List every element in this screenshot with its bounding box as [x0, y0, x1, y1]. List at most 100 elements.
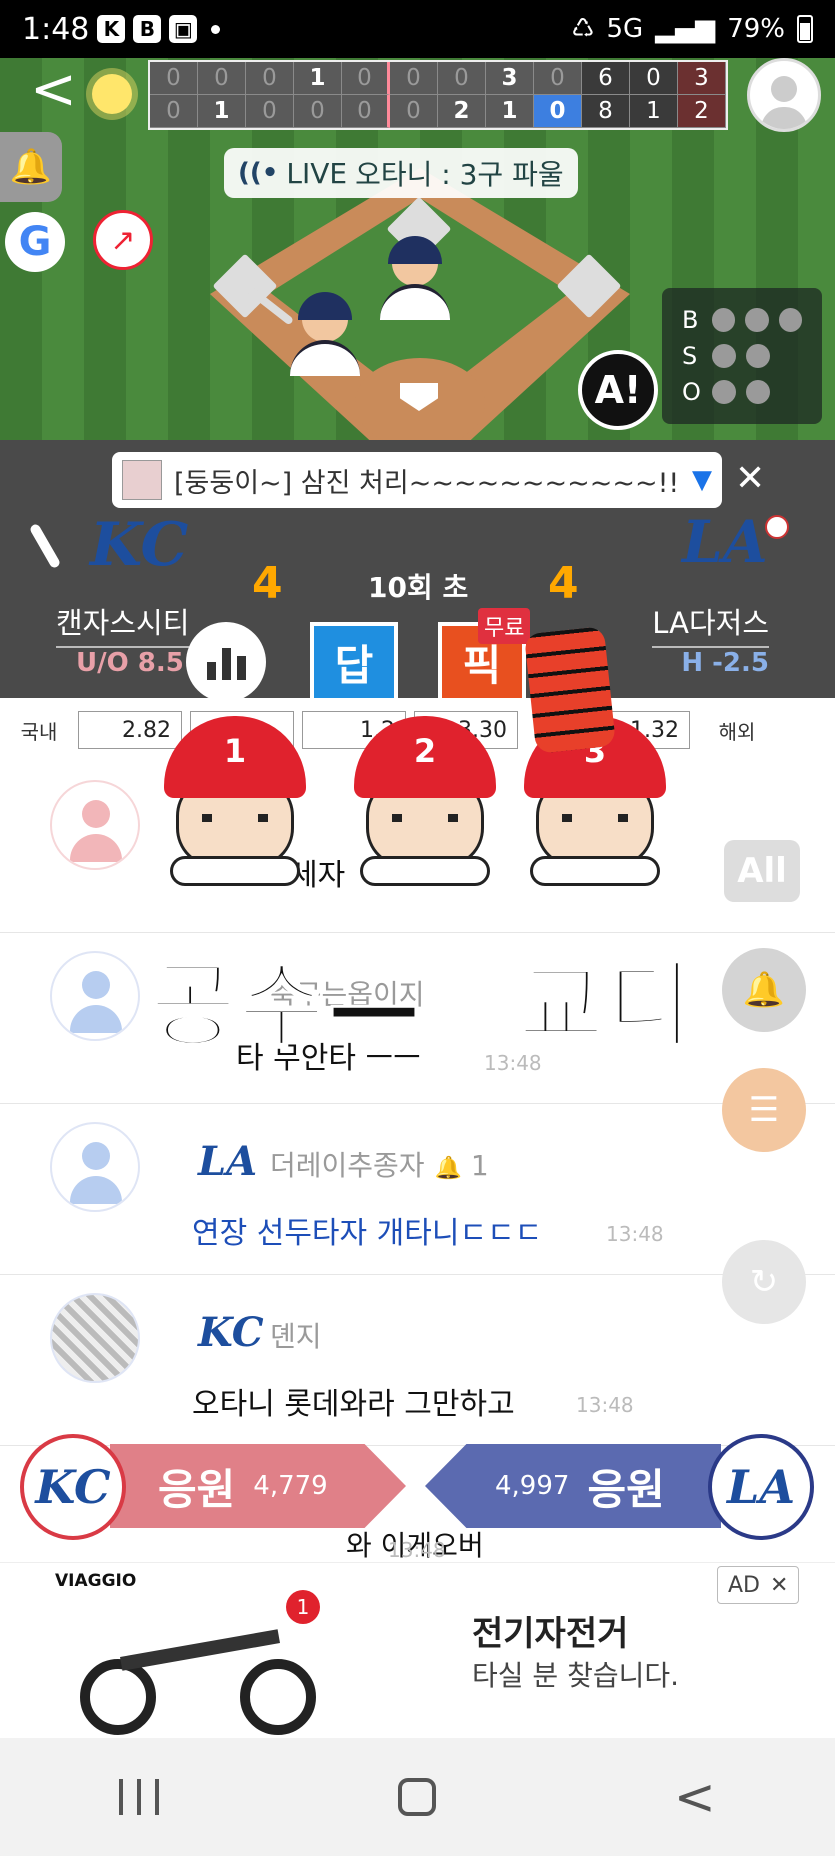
chat-nickname: 더레이추종자 🔔 1 — [270, 1144, 489, 1184]
ball-dot — [711, 308, 736, 332]
profile-avatar-button[interactable] — [747, 58, 821, 132]
user-avatar[interactable] — [50, 951, 140, 1041]
strikes-row: S — [682, 338, 802, 374]
cartoon-arms — [530, 856, 660, 886]
notice-banner[interactable]: [둥둥이~] 삼진 처리~~~~~~~~~~~!!! 교 ▼ — [112, 452, 722, 508]
balls-label: B — [682, 306, 699, 334]
status-bar: 1:48 K B ▣ ♺ 5G ▂▄▆ 79% — [0, 0, 835, 58]
status-time: 1:48 — [22, 11, 90, 47]
chat-time: 13:48 — [606, 1222, 664, 1246]
home-inning-4: 0 — [294, 95, 342, 128]
recycle-icon: ♺ — [571, 14, 595, 44]
bso-counter: B S O — [662, 288, 822, 424]
notice-thumbnail — [122, 460, 162, 500]
google-icon[interactable]: G — [5, 212, 65, 272]
away-inning-1: 0 — [150, 62, 198, 95]
battery-icon — [797, 15, 813, 43]
ball-dot — [745, 308, 769, 332]
notification-bell-button[interactable]: 🔔 — [0, 132, 62, 202]
away-inning-4: 1 — [294, 62, 342, 95]
strike-dot — [712, 344, 736, 368]
ad-notification-badge: 1 — [286, 1590, 320, 1624]
ad-banner[interactable]: VIAGGIO — [0, 1562, 835, 1738]
home-cheer-logo[interactable]: LA — [708, 1434, 814, 1540]
away-cheer-button[interactable]: 응원 4,779 — [110, 1444, 406, 1528]
home-inning-3: 0 — [246, 95, 294, 128]
cartoon-eyes — [392, 814, 458, 822]
chat-message[interactable]: KC 뎬지 오타니 롯데와라 그만하고 13:48 — [0, 1275, 835, 1446]
balls-row: B — [682, 302, 803, 338]
live-label: LIVE — [286, 156, 348, 190]
weather-sun-icon — [92, 74, 132, 114]
ai-button[interactable]: A! — [578, 350, 658, 430]
chat-text: 연장 선두타자 개타니ㄷㄷㄷ — [192, 1216, 543, 1251]
domestic-label: 국내 — [20, 719, 58, 744]
chat-message[interactable]: LA 더레이추종자 🔔 1 연장 선두타자 개타니ㄷㄷㄷ 13:48 — [0, 1104, 835, 1275]
away-errors: 3 — [678, 62, 726, 95]
alarm-bell-button[interactable]: 🔔 — [722, 948, 806, 1032]
live-commentary[interactable]: ((• LIVE 오타니 : 3구 파울 — [224, 148, 578, 198]
notice-text: [둥둥이~] 삼진 처리~~~~~~~~~~~!!! 교 — [174, 467, 680, 499]
cheer-sticker-overlay: 1 2 3 공수— 교디 — [149, 620, 710, 1080]
home-cheer-count: 4,997 — [495, 1471, 570, 1501]
user-avatar[interactable] — [50, 780, 140, 870]
k-app-icon: K — [97, 15, 126, 43]
back-nav-button[interactable]: < — [674, 1768, 716, 1826]
ad-subtitle[interactable]: 타실 분 찾습니다. — [472, 1654, 679, 1694]
scoreboard: 0 0 0 1 0 0 0 3 0 6 0 3 0 1 0 0 0 0 2 1 … — [148, 60, 728, 130]
user-avatar[interactable] — [50, 1122, 140, 1212]
ball-dot — [778, 308, 803, 332]
home-inning-9: 0 — [534, 95, 582, 128]
ad-title[interactable]: 전기자전거 — [472, 1606, 628, 1655]
home-cheer-button[interactable]: 4,997 응원 — [425, 1444, 721, 1528]
trend-chart-icon[interactable]: ↗ — [93, 210, 153, 270]
overlay-word-right: 교디 — [517, 951, 695, 1063]
battery-percent: 79% — [727, 14, 785, 44]
sticker-stack-graphic — [523, 626, 617, 754]
cartoon-eyes — [202, 814, 268, 822]
more-notifications-icon — [211, 24, 221, 34]
chat-time: 13:48 — [576, 1393, 634, 1417]
wheel-icon — [240, 1659, 316, 1735]
out-dot — [712, 380, 736, 404]
close-notice-icon[interactable]: ✕ — [735, 458, 765, 499]
recents-button[interactable] — [119, 1779, 160, 1815]
home-inning-8: 1 — [486, 95, 534, 128]
status-right: ♺ 5G ▂▄▆ 79% — [571, 14, 813, 44]
wheel-icon — [80, 1659, 156, 1735]
team-logo-la: LA — [198, 1138, 258, 1185]
away-inning-5: 0 — [342, 62, 390, 95]
cartoon-cap: 1 — [164, 716, 306, 798]
cartoon-eyes — [562, 814, 628, 822]
system-nav-bar: < — [0, 1738, 835, 1856]
list-menu-button[interactable]: ☰ — [722, 1068, 806, 1152]
cartoon-player-2: 2 — [350, 716, 500, 886]
home-button[interactable] — [397, 1778, 436, 1816]
home-inning-6: 0 — [390, 95, 438, 128]
baseball-icon — [765, 515, 789, 539]
away-cheer-logo[interactable]: KC — [20, 1434, 126, 1540]
away-cheer-label: 응원 — [158, 1464, 236, 1514]
cartoon-player-1: 1 — [160, 716, 310, 886]
away-team-logo[interactable]: KC — [90, 510, 188, 580]
nickname-text: 더레이추종자 — [270, 1149, 425, 1182]
b-app-icon: B — [133, 15, 162, 43]
refresh-button[interactable]: ↻ — [722, 1240, 806, 1324]
cartoon-arms — [170, 856, 300, 886]
cartoon-arms — [360, 856, 490, 886]
home-team-logo[interactable]: LA — [682, 508, 768, 576]
home-score: 4 — [548, 558, 579, 609]
filter-all-button[interactable]: All — [724, 840, 800, 902]
expand-arrow-icon[interactable]: ▼ — [692, 465, 712, 495]
away-inning-9: 0 — [534, 62, 582, 95]
bell-count: 1 — [470, 1149, 489, 1182]
network-label: 5G — [606, 14, 644, 44]
outs-row: O — [682, 374, 802, 410]
user-avatar[interactable] — [50, 1293, 140, 1383]
pitcher-body — [380, 284, 450, 320]
away-runs: 6 — [582, 62, 630, 95]
away-hits: 0 — [630, 62, 678, 95]
ad-brand: VIAGGIO — [55, 1571, 137, 1591]
back-button[interactable]: < — [30, 60, 77, 120]
close-ad-icon[interactable]: ✕ — [770, 1573, 788, 1598]
